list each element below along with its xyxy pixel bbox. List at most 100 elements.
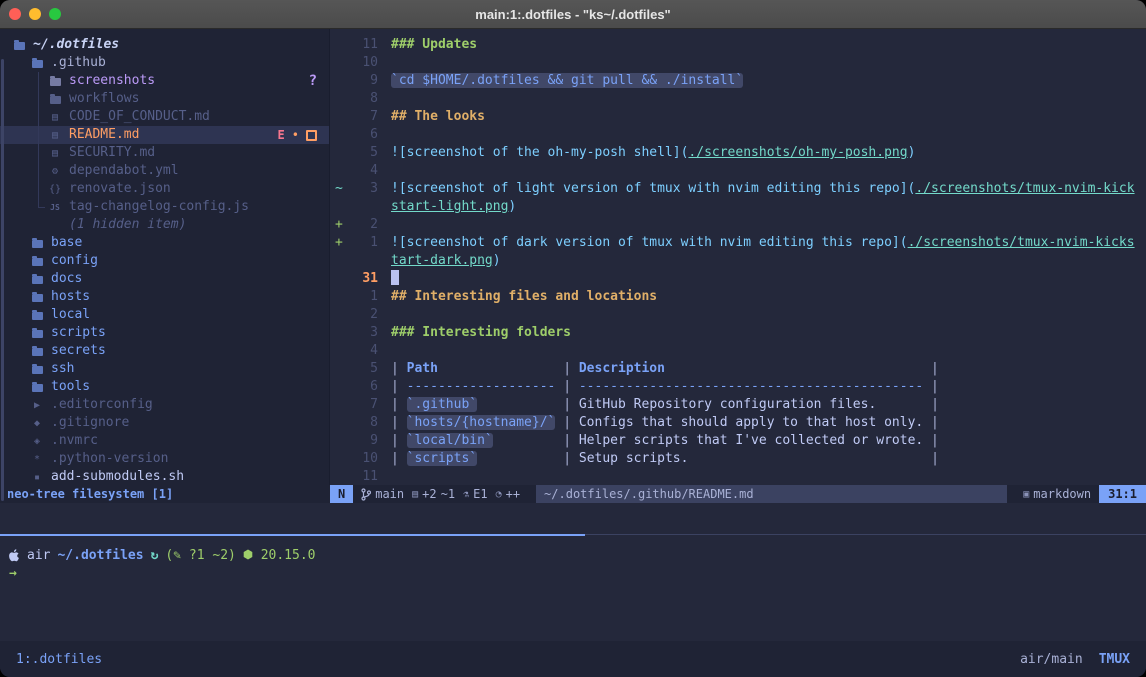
node-version: 20.15.0	[261, 548, 316, 563]
line-number: 10	[351, 450, 391, 468]
line-number	[351, 198, 391, 216]
sidebar-item-docs[interactable]: docs	[0, 270, 329, 288]
syntax-segment: |	[923, 379, 939, 394]
editor-line[interactable]: 8| `hosts/{hostname}/` | Configs that sh…	[330, 414, 1146, 432]
folder-open-icon	[30, 58, 44, 68]
editor-line[interactable]: 11	[330, 468, 1146, 485]
sidebar-item-.nvmrc[interactable]: ◈.nvmrc	[0, 432, 329, 450]
gutter-sign	[330, 306, 351, 324]
line-number: 31	[351, 270, 391, 288]
sidebar-item-scripts[interactable]: scripts	[0, 324, 329, 342]
titlebar[interactable]: main:1:.dotfiles - "ks~/.dotfiles"	[0, 0, 1146, 29]
git-branch-segment: main	[361, 487, 404, 501]
editor-line[interactable]: 8	[330, 90, 1146, 108]
editor-line[interactable]: 3### Interesting folders	[330, 324, 1146, 342]
sidebar-item-.gitignore[interactable]: ◆.gitignore	[0, 414, 329, 432]
tmux-pane-divider[interactable]	[0, 534, 1146, 536]
syntax-segment: |	[555, 433, 578, 448]
editor-line[interactable]: 10| `scripts` | Setup scripts. |	[330, 450, 1146, 468]
gutter-sign	[330, 324, 351, 342]
editor-line[interactable]: 6| ------------------- | ---------------…	[330, 378, 1146, 396]
current-directory: ~/.dotfiles	[57, 548, 143, 563]
syntax-segment: |	[391, 451, 407, 466]
syntax-segment	[438, 361, 555, 376]
sidebar-item-label: tag-changelog-config.js	[69, 198, 249, 216]
markdown-file-icon: ▤	[48, 130, 62, 141]
editor-line[interactable]: +1![screenshot of dark version of tmux w…	[330, 234, 1146, 252]
editor-line[interactable]: 1## Interesting files and locations	[330, 288, 1146, 306]
editor-line[interactable]: 5![screenshot of the oh-my-posh shell](.…	[330, 144, 1146, 162]
sidebar-item-hosts[interactable]: hosts	[0, 288, 329, 306]
sidebar-item-dependabot.yml[interactable]: ⚙dependabot.yml	[0, 162, 329, 180]
line-text	[391, 90, 1146, 108]
editor-line[interactable]: 4	[330, 162, 1146, 180]
sidebar-item-renovate.json[interactable]: {}renovate.json	[0, 180, 329, 198]
sidebar-item-security.md[interactable]: ▤SECURITY.md	[0, 144, 329, 162]
line-text	[391, 342, 1146, 360]
syntax-segment: `cd $HOME/.dotfiles && git pull && ./ins…	[391, 73, 743, 88]
editor-line[interactable]: 9`cd $HOME/.dotfiles && git pull && ./in…	[330, 72, 1146, 90]
markdown-icon: ▣	[1023, 489, 1029, 500]
sidebar-item-.editorconfig[interactable]: ▶.editorconfig	[0, 396, 329, 414]
gutter-sign	[330, 162, 351, 180]
sidebar-item-ssh[interactable]: ssh	[0, 360, 329, 378]
flask-icon: ⚗	[463, 489, 469, 500]
folder-icon	[32, 348, 43, 356]
editor-line[interactable]: 5| Path | Description |	[330, 360, 1146, 378]
folder-icon	[30, 238, 44, 248]
editor-line[interactable]: 7## The looks	[330, 108, 1146, 126]
tmux-window-tab[interactable]: 1:.dotfiles	[16, 652, 102, 667]
editor-line[interactable]: +2	[330, 216, 1146, 234]
syntax-segment: ----------------------------------------…	[579, 379, 923, 394]
line-number: 8	[351, 414, 391, 432]
sidebar-item-add-submodules.sh[interactable]: ▪add-submodules.sh	[0, 468, 329, 486]
sidebar-item-local[interactable]: local	[0, 306, 329, 324]
syntax-segment: -------------------	[407, 379, 556, 394]
line-number: 10	[351, 54, 391, 72]
editor-line[interactable]: 11### Updates	[330, 36, 1146, 54]
editor-line[interactable]: start-light.png)	[330, 198, 1146, 216]
sidebar-item--1-hidden-item-[interactable]: (1 hidden item)	[0, 216, 329, 234]
syntax-segment: ## Interesting files and locations	[391, 289, 657, 304]
editor-line[interactable]: 10	[330, 54, 1146, 72]
editor-line[interactable]: 2	[330, 306, 1146, 324]
line-text: ![screenshot of dark version of tmux wit…	[391, 234, 1146, 252]
sidebar-item-tag-changelog-config.js[interactable]: JStag-changelog-config.js	[0, 198, 329, 216]
sidebar-item-.github[interactable]: .github	[0, 54, 329, 72]
sidebar-item--.dotfiles[interactable]: ~/.dotfiles	[0, 36, 329, 54]
sidebar-item-secrets[interactable]: secrets	[0, 342, 329, 360]
sidebar-scrollbar[interactable]	[1, 59, 4, 501]
sidebar-item-screenshots[interactable]: screenshots?	[0, 72, 329, 90]
folder-icon	[32, 330, 43, 338]
sidebar-item-tools[interactable]: tools	[0, 378, 329, 396]
editor-line[interactable]: 6	[330, 126, 1146, 144]
sidebar-item-base[interactable]: base	[0, 234, 329, 252]
line-text: ![screenshot of the oh-my-posh shell](./…	[391, 144, 1146, 162]
editor-line[interactable]: 7| `.github` | GitHub Repository configu…	[330, 396, 1146, 414]
editor-line[interactable]: 9| `local/bin` | Helper scripts that I'v…	[330, 432, 1146, 450]
editor-pane[interactable]: 11### Updates 10 9`cd $HOME/.dotfiles &&…	[330, 29, 1146, 485]
line-text	[391, 216, 1146, 234]
gutter-sign	[330, 360, 351, 378]
neotree-statusline: neo-tree filesystem [1]	[0, 485, 330, 503]
folder-icon	[30, 274, 44, 284]
folder-icon	[30, 364, 44, 374]
shell-pane[interactable]: air ~/.dotfiles ↻ (✎ ?1 ~2) 20.15.0 →	[0, 536, 1146, 641]
editor-line[interactable]: ~3![screenshot of light version of tmux …	[330, 180, 1146, 198]
sidebar-item-code-of-conduct.md[interactable]: ▤CODE_OF_CONDUCT.md	[0, 108, 329, 126]
editor-line[interactable]: 4	[330, 342, 1146, 360]
tmux-session-name: air/main	[1020, 652, 1083, 667]
sidebar-item-workflows[interactable]: workflows	[0, 90, 329, 108]
sidebar-item-config[interactable]: config	[0, 252, 329, 270]
sidebar-item-.python-version[interactable]: *.python-version	[0, 450, 329, 468]
editor-line[interactable]: 31	[330, 270, 1146, 288]
editor-line[interactable]: tart-dark.png)	[330, 252, 1146, 270]
folder-icon	[30, 382, 44, 392]
line-text: | `scripts` | Setup scripts. |	[391, 450, 1146, 468]
sidebar-item-readme.md[interactable]: ▤README.mdE•	[0, 126, 329, 144]
line-number: 7	[351, 396, 391, 414]
shell-input-line[interactable]: →	[9, 564, 1146, 582]
gutter-sign: +	[330, 216, 351, 234]
diff-changed: ~1	[441, 487, 455, 501]
line-number: 3	[351, 180, 391, 198]
